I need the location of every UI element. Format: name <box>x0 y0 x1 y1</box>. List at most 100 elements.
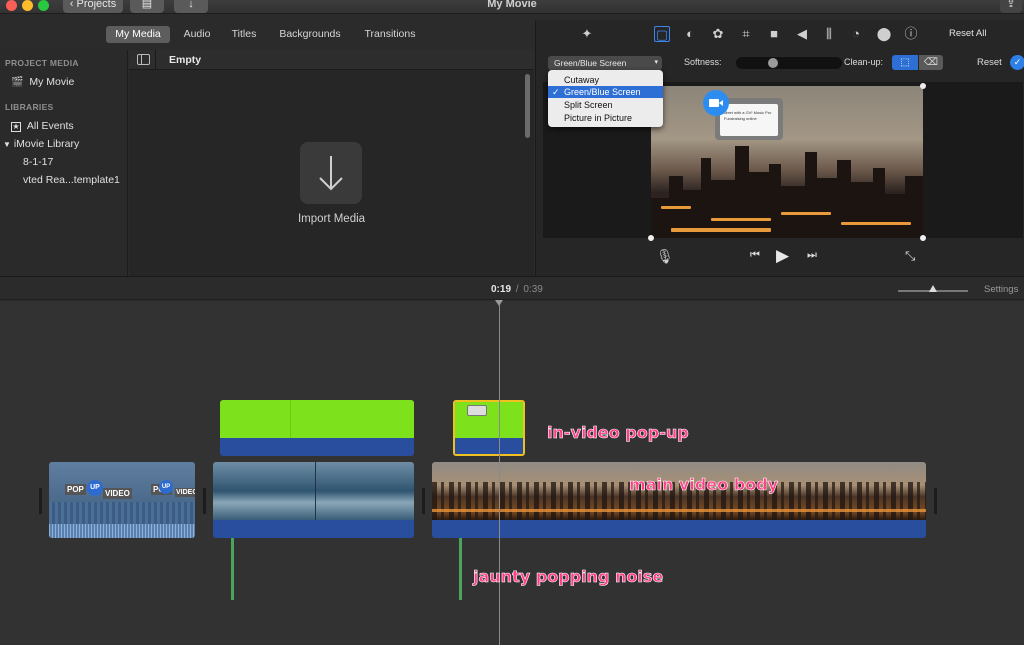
video-overlay-settings-icon[interactable]: ▢ <box>654 26 670 42</box>
trim-handle[interactable] <box>39 488 42 514</box>
reset-button[interactable]: Reset <box>977 57 1002 68</box>
trim-handle[interactable] <box>203 488 206 514</box>
speed-icon[interactable]: ◔ <box>848 26 864 42</box>
playhead[interactable] <box>499 301 500 645</box>
zoom-slider[interactable] <box>898 285 968 292</box>
checkmark-icon: ✓ <box>552 87 560 97</box>
clip-text-up: UP <box>159 480 173 494</box>
filter-menu[interactable]: Empty <box>169 54 201 66</box>
current-time: 0:19 <box>491 284 512 295</box>
fullscreen-icon[interactable]: ⤡ <box>905 248 915 264</box>
chevron-down-icon: ▾ <box>654 59 658 66</box>
timeline-settings-button[interactable]: Settings <box>984 284 1018 295</box>
ocean-video-clip[interactable] <box>213 462 414 538</box>
download-arrow-icon <box>319 156 343 191</box>
city-video-clip[interactable] <box>432 462 926 538</box>
sidebar-item-my-movie[interactable]: 🎬 My Movie <box>11 76 74 88</box>
tab-titles[interactable]: Titles <box>224 26 264 43</box>
clip-text-pop: POP <box>65 484 86 495</box>
sidebar-item-label: All Events <box>26 120 74 132</box>
noise-reduction-icon[interactable]: ⫼ <box>821 26 837 42</box>
volume-icon[interactable]: ◀ <box>794 26 810 42</box>
menu-item-split-screen[interactable]: Split Screen <box>548 99 663 111</box>
cleanup-eraser-tool[interactable]: ⌫ <box>919 55 943 70</box>
stabilization-icon[interactable]: ■ <box>766 26 782 42</box>
skip-back-icon[interactable]: ⏮ <box>750 249 760 262</box>
annotation-main-video: main video body <box>629 475 779 495</box>
sidebar-item-imovie-library[interactable]: ▼ iMovie Library <box>3 138 79 150</box>
overlay-style-value: Green/Blue Screen <box>554 58 627 68</box>
tab-backgrounds[interactable]: Backgrounds <box>272 26 348 43</box>
tab-my-media[interactable]: My Media <box>106 26 170 43</box>
crop-handle[interactable] <box>920 235 926 241</box>
overlay-style-select[interactable]: Green/Blue Screen ▾ <box>548 56 662 70</box>
color-balance-icon[interactable]: ◐ <box>682 26 698 42</box>
trim-handle[interactable] <box>934 488 937 514</box>
crop-handle[interactable] <box>920 83 926 89</box>
microphone-icon[interactable]: 🎙 <box>656 248 674 265</box>
sidebar-item-label: iMovie Library <box>13 138 80 150</box>
sound-effect-clip[interactable] <box>459 538 462 600</box>
sound-effect-clip[interactable] <box>231 538 234 600</box>
total-time: 0:39 <box>523 284 543 295</box>
tab-transitions[interactable]: Transitions <box>356 26 424 43</box>
media-tab-bar: My Media Audio Titles Backgrounds Transi… <box>0 24 534 44</box>
menu-item-cutaway[interactable]: Cutaway <box>548 74 663 86</box>
project-media-heading: PROJECT MEDIA <box>5 58 79 68</box>
sidebar-item-event[interactable]: 8-1-17 <box>23 156 53 168</box>
sidebar-item-all-events[interactable]: ★ All Events <box>11 120 74 132</box>
browser-header: Empty <box>129 50 534 70</box>
cleanup-select-tool[interactable]: ⬚ <box>892 55 918 70</box>
intro-video-clip[interactable]: POP UP VIDEO POP UP VIDEO <box>49 462 195 538</box>
skip-forward-icon[interactable]: ⏭ <box>807 249 817 262</box>
trim-handle[interactable] <box>422 488 425 514</box>
clip-text-video: VIDEO <box>175 488 195 497</box>
selection-square-icon: ⬚ <box>900 57 910 68</box>
eraser-icon: ⌫ <box>923 57 939 68</box>
popup-line-2: Fundraising online <box>724 116 757 121</box>
video-frame[interactable]: Meet with a GV! Music Pro Fundraising on… <box>651 86 923 238</box>
info-icon[interactable]: ⓘ <box>903 26 919 42</box>
crop-icon[interactable]: ⌗ <box>738 26 754 42</box>
softness-slider[interactable] <box>736 57 842 69</box>
magic-wand-icon[interactable]: ✦ <box>579 26 595 42</box>
import-media-button[interactable] <box>300 142 362 204</box>
sidebar-item-event[interactable]: vted Rea...template1 <box>23 174 120 186</box>
tab-audio[interactable]: Audio <box>176 26 218 43</box>
audio-waveform <box>49 524 195 538</box>
menu-item-green-blue-screen[interactable]: ✓ Green/Blue Screen <box>548 86 663 98</box>
title-bar: ‹ Projects ▤ ↓ My Movie ⇪ <box>0 0 1024 14</box>
window-title: My Movie <box>487 0 537 10</box>
browser-scrollbar[interactable] <box>525 74 530 138</box>
share-button[interactable]: ⇪ <box>1000 0 1022 13</box>
sidebar-toggle-icon[interactable] <box>137 54 150 65</box>
clapper-icon: 🎬 <box>11 77 24 88</box>
green-screen-overlay-clip[interactable] <box>220 400 414 456</box>
video-camera-icon <box>703 90 729 116</box>
zoom-slider-knob[interactable] <box>929 285 937 292</box>
popup-thumbnail-icon <box>467 405 487 416</box>
annotation-popping-noise: jaunty popping noise <box>473 567 664 587</box>
disclosure-triangle-icon[interactable]: ▼ <box>3 140 11 149</box>
time-separator: / <box>515 284 519 295</box>
annotation-popup: in-video pop-up <box>547 423 689 443</box>
reset-all-button[interactable]: Reset All <box>949 28 987 39</box>
adjust-toolbar: ✦ ▢ ◐ ✿ ⌗ ■ ◀ ⫼ ◔ ⬤ ⓘ Reset All <box>536 20 1024 48</box>
playhead-marker[interactable] <box>495 300 503 306</box>
clip-filter-icon[interactable]: ⬤ <box>876 26 892 42</box>
apply-checkmark-icon[interactable]: ✓ <box>1010 55 1024 70</box>
import-media-label: Import Media <box>297 213 366 225</box>
crop-handle[interactable] <box>648 235 654 241</box>
menu-item-picture-in-picture[interactable]: Picture in Picture <box>548 112 663 124</box>
library-sidebar: PROJECT MEDIA 🎬 My Movie LIBRARIES ★ All… <box>0 50 128 276</box>
sidebar-item-label: My Movie <box>29 76 75 88</box>
popup-overlay-clip[interactable] <box>453 400 525 456</box>
softness-label: Softness: <box>684 57 722 67</box>
play-icon[interactable]: ▶ <box>776 246 789 266</box>
softness-slider-knob[interactable] <box>768 58 778 68</box>
timeline-header: 0:19 / 0:39 Settings <box>0 276 1024 300</box>
color-correction-icon[interactable]: ✿ <box>710 26 726 42</box>
clip-text-video: VIDEO <box>103 488 132 499</box>
share-icon: ⇪ <box>1006 0 1016 10</box>
libraries-heading: LIBRARIES <box>5 102 54 112</box>
